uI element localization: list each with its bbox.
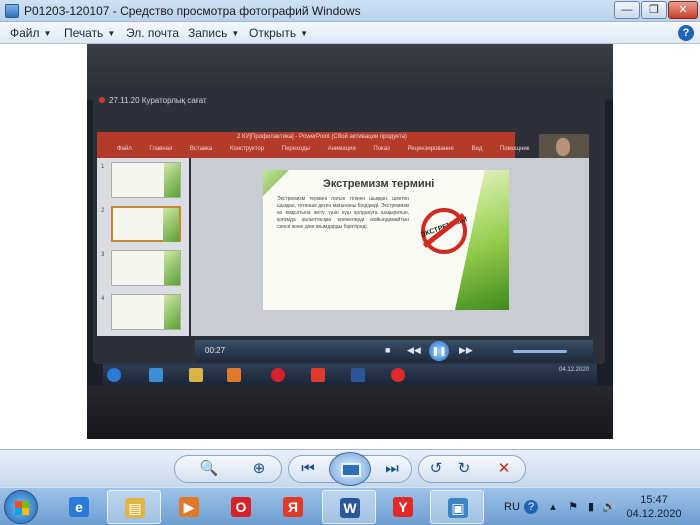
ie-icon: e bbox=[69, 497, 89, 517]
slide-thumbnail bbox=[111, 294, 181, 330]
folder-icon: ▤ bbox=[125, 498, 145, 518]
close-button[interactable]: ✕ bbox=[668, 1, 698, 19]
taskbar-explorer[interactable]: ▤ bbox=[107, 490, 161, 524]
media-icon: ▶ bbox=[179, 497, 199, 517]
taskbar-word[interactable]: W bbox=[322, 490, 376, 524]
powerpoint-ribbon: 2 КУ[Профилактика] - PowerPoint (Сбой ак… bbox=[97, 132, 529, 158]
photographed-taskbar: 04.12.2020 bbox=[103, 364, 597, 386]
menu-print[interactable]: Печать ▼ bbox=[64, 26, 115, 40]
current-slide: Экстремизм термині Экстремизм термині ла… bbox=[263, 170, 509, 310]
start-button[interactable] bbox=[4, 490, 38, 524]
taskbar-ie[interactable]: e bbox=[52, 490, 106, 524]
slide-thumbnail-selected bbox=[111, 206, 181, 242]
tray-help-icon[interactable]: ? bbox=[524, 500, 538, 514]
screen-window-title: 27.11.20 Кураторлық сағат bbox=[95, 96, 597, 110]
powerpoint-tabs: Файл Главная Вставка Конструктор Переход… bbox=[117, 146, 530, 152]
media-icon bbox=[227, 368, 241, 382]
taskbar-clock[interactable]: 15:47 04.12.2020 bbox=[622, 493, 686, 521]
menu-open[interactable]: Открыть ▼ bbox=[249, 26, 308, 40]
yandex-icon bbox=[311, 368, 325, 382]
opera-icon bbox=[271, 368, 285, 382]
stop-icon: ■ bbox=[385, 345, 391, 355]
next-icon[interactable]: ⏭ bbox=[381, 458, 403, 480]
chevron-down-icon: ▼ bbox=[43, 29, 52, 38]
menu-burn[interactable]: Запись ▼ bbox=[188, 26, 239, 40]
folder-icon bbox=[189, 368, 203, 382]
slide-thumbnail bbox=[111, 162, 181, 198]
menu-bar: Файл ▼ Печать ▼ Эл. почта Запись ▼ Открыть ▼… bbox=[0, 22, 700, 44]
yandex-icon: Я bbox=[283, 497, 303, 517]
word-icon: W bbox=[340, 498, 360, 518]
taskbar-photo-viewer[interactable]: ▣ bbox=[430, 490, 484, 524]
record-icon bbox=[99, 97, 105, 103]
photo-viewer-icon bbox=[5, 4, 19, 18]
yandex-browser-icon: Y bbox=[393, 497, 413, 517]
no-extremism-icon: ЭКСТРЕМИЗМ bbox=[420, 208, 468, 254]
zoom-icon[interactable]: 🔍 bbox=[198, 458, 220, 480]
clock-time: 15:47 bbox=[640, 494, 668, 506]
chevron-down-icon: ▼ bbox=[231, 29, 240, 38]
media-player-controls: 00:27 ■ ◀◀ ❚❚ ▶▶ bbox=[195, 340, 593, 362]
title-bar: P01203-120107 - Средство просмотра фотог… bbox=[0, 0, 700, 22]
slide-body-text: Экстремизм термині латын тілінен шыққан,… bbox=[277, 196, 409, 230]
slide-heading: Экстремизм термині bbox=[323, 178, 435, 190]
clock-date: 04.12.2020 bbox=[626, 508, 682, 520]
chevron-down-icon: ▼ bbox=[300, 29, 309, 38]
photographed-clock: 04.12.2020 bbox=[559, 367, 590, 373]
maximize-button[interactable]: ❐ bbox=[641, 1, 667, 19]
chevron-down-icon: ▼ bbox=[107, 29, 116, 38]
tray-expand-icon[interactable]: ▴ bbox=[546, 500, 560, 514]
window-title: P01203-120107 - Средство просмотра фотог… bbox=[24, 4, 361, 18]
network-icon[interactable]: ▮ bbox=[584, 500, 598, 514]
rotate-left-icon[interactable]: ↺ bbox=[425, 458, 447, 480]
yandex-browser-icon bbox=[391, 368, 405, 382]
rewind-icon: ◀◀ bbox=[407, 345, 421, 355]
minimize-button[interactable]: — bbox=[614, 1, 640, 19]
menu-file[interactable]: Файл ▼ bbox=[10, 26, 51, 40]
taskbar-yandex-browser[interactable]: Y bbox=[376, 490, 430, 524]
taskbar-media[interactable]: ▶ bbox=[162, 490, 216, 524]
taskbar-yandex[interactable]: Я bbox=[266, 490, 320, 524]
pause-icon: ❚❚ bbox=[429, 341, 449, 361]
slideshow-icon bbox=[341, 463, 361, 477]
tray-flag-icon[interactable]: ⚑ bbox=[566, 500, 580, 514]
taskbar-opera[interactable]: O bbox=[214, 490, 268, 524]
language-indicator[interactable]: RU bbox=[504, 501, 520, 513]
menu-email[interactable]: Эл. почта bbox=[126, 26, 179, 40]
slideshow-button[interactable] bbox=[329, 452, 371, 486]
photo-viewer-area: 27.11.20 Кураторлық сағат 2 КУ[Профилакт… bbox=[0, 44, 700, 449]
volume-icon[interactable]: 🔊 bbox=[602, 500, 616, 514]
fast-forward-icon: ▶▶ bbox=[459, 345, 473, 355]
person-icon bbox=[556, 138, 570, 156]
slide-thumbnail bbox=[111, 250, 181, 286]
help-icon[interactable]: ? bbox=[678, 25, 694, 41]
playback-time: 00:27 bbox=[205, 346, 226, 355]
windows-logo-icon bbox=[15, 501, 29, 515]
windows-taskbar: e ▤ ▶ O Я W Y ▣ RU ? ▴ ⚑ ▮ 🔊 15:47 04.12… bbox=[0, 487, 700, 525]
volume-slider bbox=[513, 350, 567, 353]
slide-thumbnails: 1 2 3 4 bbox=[97, 158, 189, 336]
ie-icon bbox=[149, 368, 163, 382]
displayed-photo: 27.11.20 Кураторлық сағат 2 КУ[Профилакт… bbox=[87, 44, 613, 439]
start-orb-icon bbox=[107, 368, 121, 382]
photo-viewer-icon: ▣ bbox=[448, 498, 468, 518]
opera-icon: O bbox=[231, 497, 251, 517]
delete-icon[interactable]: ✕ bbox=[493, 458, 515, 480]
rotate-right-icon[interactable]: ↻ bbox=[453, 458, 475, 480]
previous-icon[interactable]: ⏮ bbox=[297, 458, 319, 480]
word-icon bbox=[351, 368, 365, 382]
actual-size-icon[interactable]: ⊕ bbox=[248, 458, 270, 480]
powerpoint-title: 2 КУ[Профилактика] - PowerPoint (Сбой ак… bbox=[237, 134, 407, 140]
